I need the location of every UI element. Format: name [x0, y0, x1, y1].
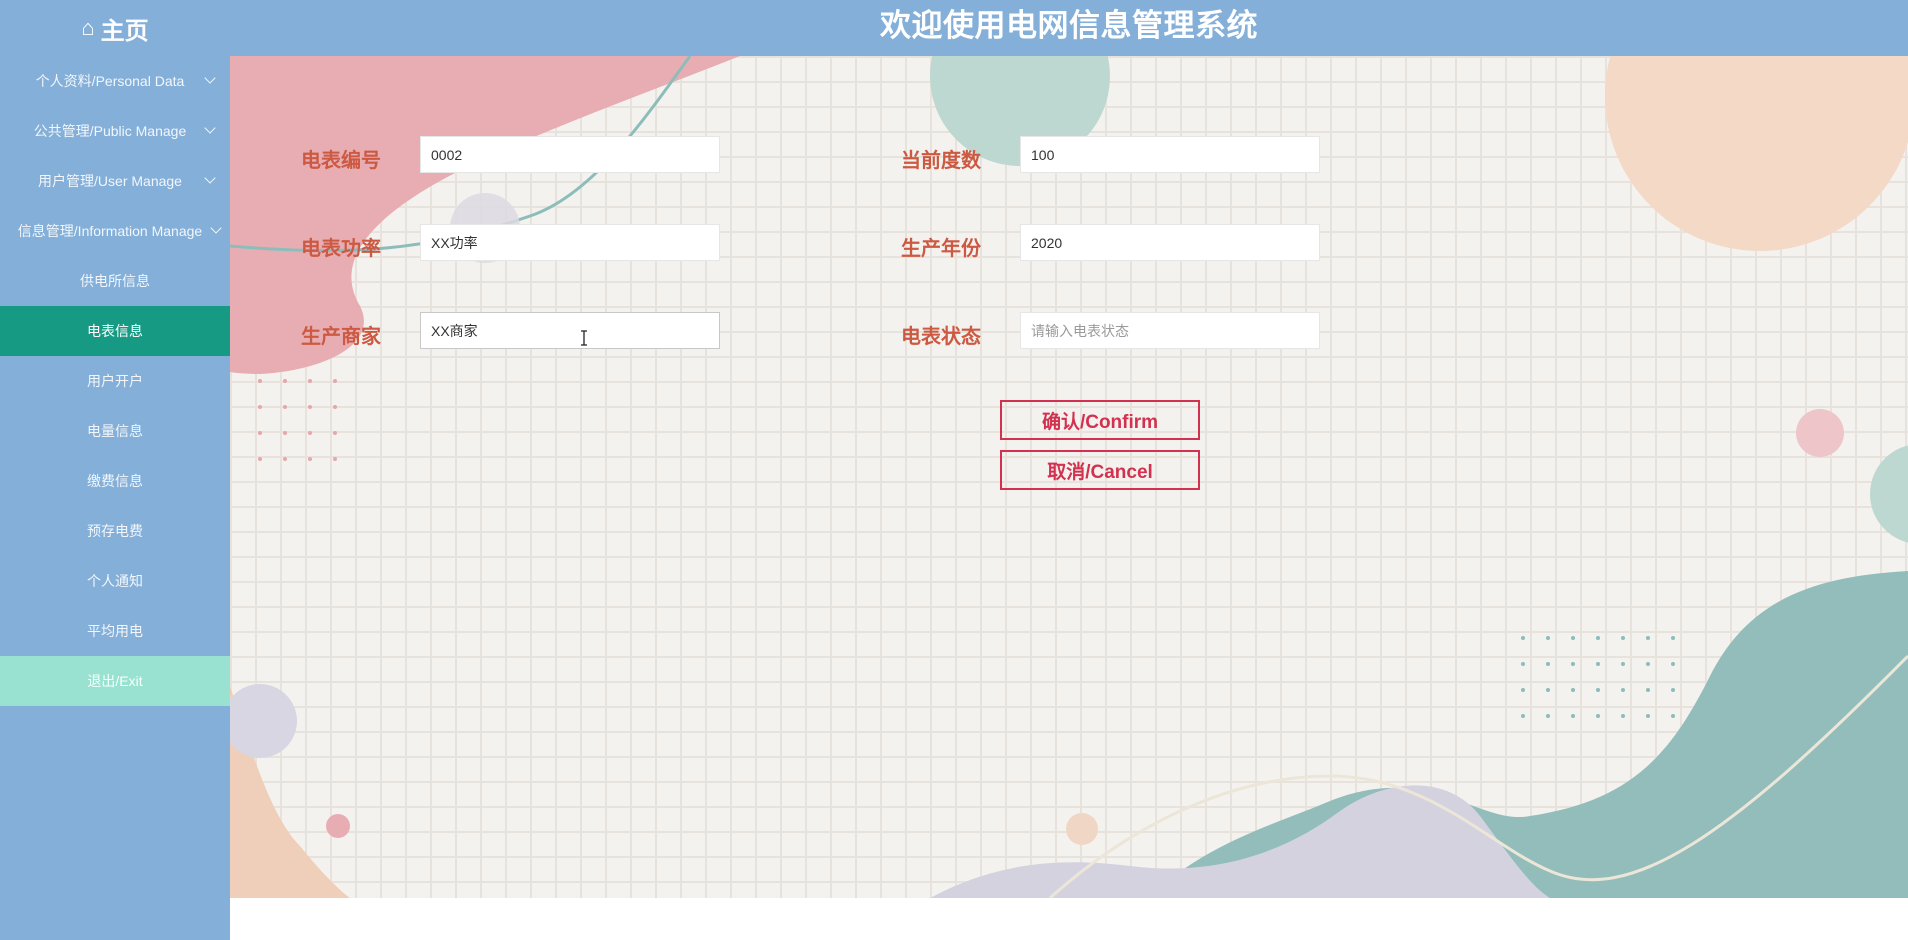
- teal-dot-grid: [1521, 636, 1675, 718]
- sidebar-item-personal-notice[interactable]: 个人通知: [0, 556, 230, 606]
- sidebar-group-information-manage[interactable]: 信息管理/Information Manage: [0, 206, 230, 256]
- sidebar-item-label: 个人通知: [87, 573, 143, 589]
- pink-circle-small: [326, 814, 350, 838]
- meter-no-input[interactable]: [420, 136, 720, 173]
- sidebar-group-label: 公共管理/Public Manage: [33, 123, 187, 139]
- chevron-down-icon: [204, 122, 216, 134]
- sidebar-group-user-manage[interactable]: 用户管理/User Manage: [0, 156, 230, 206]
- meter-status-input[interactable]: [1020, 312, 1320, 349]
- top-header: ⌂ 主页 欢迎使用电网信息管理系统: [0, 0, 1908, 56]
- home-icon: ⌂: [81, 15, 95, 40]
- sidebar-item-average-usage[interactable]: 平均用电: [0, 606, 230, 656]
- sidebar-item-exit[interactable]: 退出/Exit: [0, 656, 230, 706]
- sidebar-group-label: 信息管理/Information Manage: [17, 223, 203, 239]
- footer-blank: [230, 898, 1908, 940]
- chevron-down-icon: [210, 222, 222, 234]
- sidebar-item-label: 供电所信息: [80, 273, 150, 289]
- peach-circle-top: [1605, 56, 1908, 251]
- teal-blob-bottom-right: [1150, 571, 1908, 898]
- meter-power-input[interactable]: [420, 224, 720, 261]
- production-year-label: 生产年份: [901, 238, 981, 260]
- sidebar-item-label: 预存电费: [87, 523, 143, 539]
- sidebar-item-user-account[interactable]: 用户开户: [0, 356, 230, 406]
- manufacturer-label: 生产商家: [301, 326, 381, 348]
- production-year-input[interactable]: [1020, 224, 1320, 261]
- confirm-button[interactable]: 确认/Confirm: [1000, 400, 1200, 440]
- meter-status-label: 电表状态: [901, 326, 981, 348]
- pink-dot-grid: [258, 379, 337, 461]
- pink-circle-right: [1796, 409, 1844, 457]
- teal-circle-right: [1870, 445, 1908, 543]
- sidebar-item-label: 退出/Exit: [87, 673, 143, 689]
- sidebar-group-personal-data[interactable]: 个人资料/Personal Data: [0, 56, 230, 106]
- sidebar-item-label: 缴费信息: [87, 473, 143, 489]
- chevron-down-icon: [204, 72, 216, 84]
- home-label: 主页: [100, 17, 149, 45]
- sidebar: 个人资料/Personal Data 公共管理/Public Manage 用户…: [0, 56, 230, 940]
- grey-circle-bottom-left: [230, 684, 297, 758]
- sidebar-item-power-station[interactable]: 供电所信息: [0, 256, 230, 306]
- sidebar-group-public-manage[interactable]: 公共管理/Public Manage: [0, 106, 230, 156]
- sidebar-item-label: 用户开户: [87, 373, 143, 389]
- current-reading-input[interactable]: [1020, 136, 1320, 173]
- meter-power-label: 电表功率: [301, 238, 381, 260]
- sidebar-item-electricity-info[interactable]: 电量信息: [0, 406, 230, 456]
- text-cursor-icon: [581, 330, 587, 346]
- sidebar-item-label: 电表信息: [87, 323, 143, 339]
- current-reading-label: 当前度数: [901, 150, 981, 172]
- sidebar-item-label: 电量信息: [87, 423, 143, 439]
- app-title: 欢迎使用电网信息管理系统: [880, 8, 1258, 43]
- meter-no-label: 电表编号: [301, 150, 381, 172]
- sidebar-item-payment-info[interactable]: 缴费信息: [0, 456, 230, 506]
- sidebar-item-label: 平均用电: [87, 623, 143, 639]
- sidebar-group-label: 用户管理/User Manage: [38, 173, 182, 189]
- sidebar-item-prepaid-fee[interactable]: 预存电费: [0, 506, 230, 556]
- cancel-button[interactable]: 取消/Cancel: [1000, 450, 1200, 490]
- manufacturer-input[interactable]: [420, 312, 720, 349]
- peach-circle-small: [1066, 813, 1098, 845]
- home-link[interactable]: ⌂ 主页: [0, 0, 230, 56]
- sidebar-group-label: 个人资料/Personal Data: [35, 73, 185, 89]
- sidebar-item-meter-info[interactable]: 电表信息: [0, 306, 230, 356]
- chevron-down-icon: [204, 172, 216, 184]
